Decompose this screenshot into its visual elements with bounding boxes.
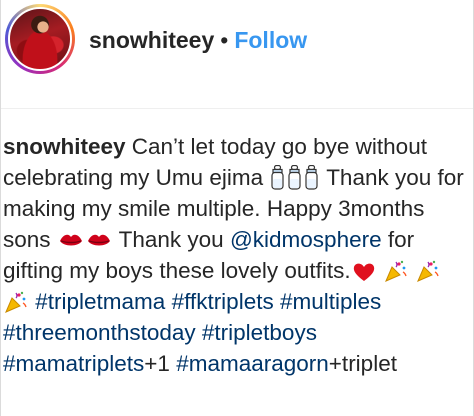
caption-suffix-2: +triplet — [328, 351, 397, 376]
instagram-post: snowhiteey • Follow snowhiteey Can’t let t… — [0, 0, 474, 416]
header-text: snowhiteey • Follow — [89, 24, 307, 56]
header-separator: • — [220, 27, 229, 53]
avatar[interactable] — [8, 7, 72, 71]
post-header: snowhiteey • Follow — [1, 0, 473, 82]
hashtag-threemonthstoday[interactable]: #threemonthstoday — [3, 320, 196, 345]
party-popper-icon — [384, 259, 408, 283]
hashtag-multiples[interactable]: #multiples — [280, 289, 381, 314]
red-heart-icon — [352, 260, 376, 282]
hashtag-ffktriplets[interactable]: #ffktriplets — [172, 289, 274, 314]
baby-bottle-icon — [304, 164, 319, 190]
mention-link[interactable]: @kidmosphere — [230, 227, 382, 252]
kiss-mark-icon — [86, 229, 112, 251]
kiss-mark-icon — [58, 229, 84, 251]
caption-text-3: Thank you — [112, 227, 230, 252]
party-popper-icon — [4, 290, 28, 314]
hashtag-mamaaragorn[interactable]: #mamaaragorn — [176, 351, 329, 376]
hashtag-tripletmama[interactable]: #tripletmama — [35, 289, 165, 314]
baby-bottle-icon — [270, 164, 285, 190]
caption-suffix-1: +1 — [144, 351, 170, 376]
post-caption: snowhiteey Can’t let today go bye withou… — [3, 131, 471, 379]
caption-username[interactable]: snowhiteey — [3, 134, 126, 159]
header-divider — [1, 108, 473, 109]
avatar-story-ring[interactable] — [5, 4, 75, 74]
follow-button[interactable]: Follow — [234, 27, 307, 53]
header-username[interactable]: snowhiteey — [89, 27, 214, 53]
hashtag-tripletboys[interactable]: #tripletboys — [202, 320, 317, 345]
baby-bottle-icon — [287, 164, 302, 190]
party-popper-icon — [416, 259, 440, 283]
hashtag-mamatriplets[interactable]: #mamatriplets — [3, 351, 144, 376]
